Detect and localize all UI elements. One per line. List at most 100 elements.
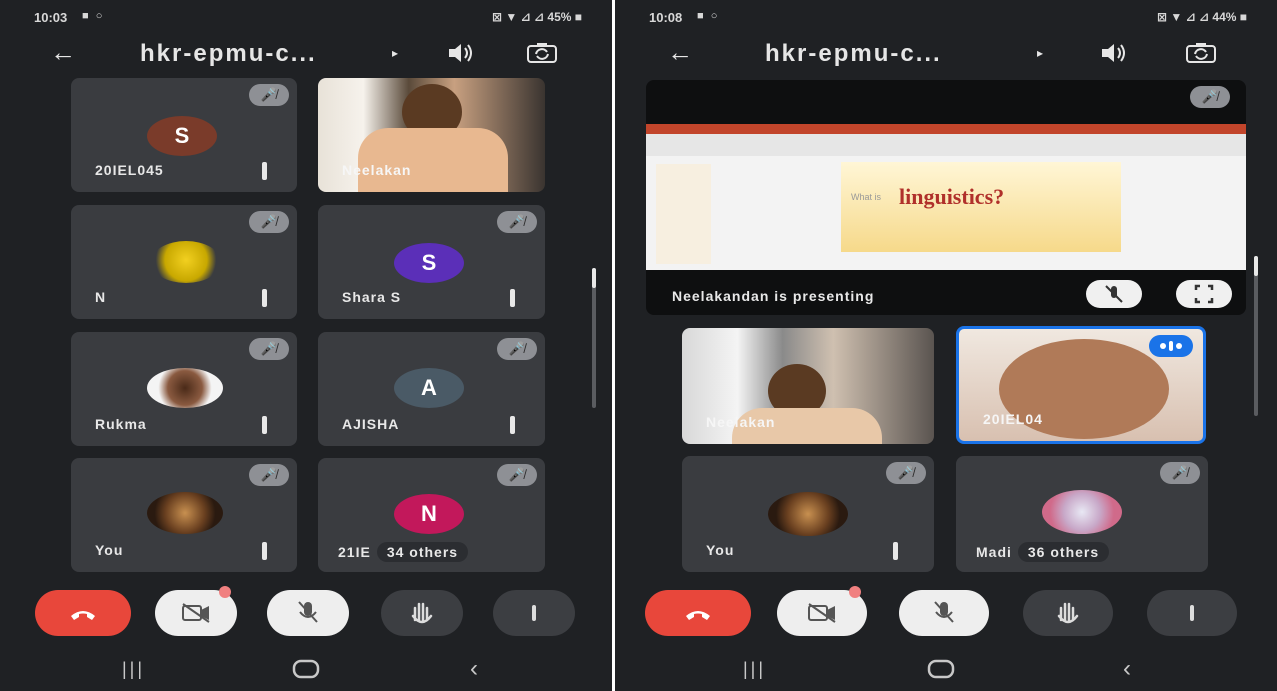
others-count: 34 others (376, 542, 469, 562)
more-options-icon[interactable] (510, 289, 515, 307)
raise-hand-button[interactable] (1023, 590, 1113, 636)
meeting-title[interactable]: hkr-epmu-c... (140, 40, 317, 68)
active-speaker-video-tile[interactable]: 20IEL04 (956, 326, 1206, 444)
meeting-header: ← hkr-epmu-c... ▸ (0, 34, 612, 74)
back-nav-icon[interactable]: ‹ (1123, 655, 1131, 683)
back-arrow-icon[interactable]: ← (667, 38, 693, 66)
mic-off-icon: 🎤̸ (1190, 86, 1230, 108)
more-options-button[interactable] (1147, 590, 1237, 636)
android-nav-bar: ||| ‹ (0, 655, 612, 685)
participant-name: AJISHA (342, 416, 400, 432)
scrollbar-thumb[interactable] (592, 268, 596, 288)
home-icon[interactable] (292, 657, 320, 688)
more-options-icon[interactable] (510, 416, 515, 434)
screen-share-panel[interactable]: 🎤̸ What is linguistics? Neelakandan is p… (646, 80, 1246, 315)
participant-name: Neelakan (706, 414, 776, 430)
recents-icon[interactable]: ||| (122, 659, 145, 680)
participant-tile-self[interactable]: 🎤̸ You (71, 458, 297, 572)
participant-name: N (95, 289, 107, 305)
camera-toggle-button[interactable] (777, 586, 867, 636)
more-options-button[interactable] (493, 590, 575, 636)
mic-toggle-button[interactable] (899, 590, 989, 636)
more-vert-icon (532, 605, 536, 621)
more-options-icon[interactable] (893, 542, 898, 560)
others-tile[interactable]: 🎤̸ N 21IE 34 others (318, 458, 545, 572)
avatar (147, 368, 223, 408)
slide-title: linguistics? (899, 184, 1005, 209)
call-controls (615, 586, 1277, 636)
avatar: S (394, 243, 464, 283)
status-bar: 10:03 ■ ○ ⊠ ▼ ⊿ ⊿ 45% ■ (0, 8, 612, 28)
status-left-icons: ■ ○ (697, 10, 720, 22)
raise-hand-button[interactable] (381, 590, 463, 636)
avatar: A (394, 368, 464, 408)
more-options-icon[interactable] (262, 162, 267, 180)
mic-toggle-button[interactable] (267, 590, 349, 636)
slide-app-toolbar (646, 134, 1246, 156)
participant-video (358, 128, 508, 192)
avatar: S (147, 116, 217, 156)
caret-right-icon[interactable]: ▸ (1037, 46, 1043, 60)
avatar: N (394, 494, 464, 534)
more-options-icon[interactable] (262, 289, 267, 307)
speaking-indicator-icon (1149, 335, 1193, 357)
participant-name: You (706, 542, 735, 558)
speaker-icon[interactable] (446, 42, 474, 64)
fullscreen-icon (1194, 284, 1214, 304)
participant-video-tile[interactable]: Neelakan (318, 78, 545, 192)
status-bar: 10:08 ■ ○ ⊠ ▼ ⊿ ⊿ 44% ■ (615, 8, 1277, 28)
switch-camera-icon[interactable] (526, 42, 558, 64)
slide-app-ribbon (646, 124, 1246, 134)
status-right-icons: ⊠ ▼ ⊿ ⊿ 45% ■ (492, 10, 582, 24)
participant-tile[interactable]: 🎤̸ S 20IEL045 (71, 78, 297, 192)
scrollbar[interactable] (1254, 256, 1258, 416)
participant-tile[interactable]: 🎤̸ N (71, 205, 297, 319)
avatar (151, 241, 221, 283)
scrollbar-thumb[interactable] (1254, 256, 1258, 276)
scrollbar[interactable] (592, 268, 596, 408)
meeting-title[interactable]: hkr-epmu-c... (765, 40, 942, 68)
end-call-button[interactable] (35, 590, 131, 636)
end-call-button[interactable] (645, 590, 751, 636)
participant-name: Shara S (342, 289, 402, 305)
others-tile[interactable]: 🎤̸ Madi 36 others (956, 456, 1208, 572)
avatar (768, 492, 848, 536)
back-arrow-icon[interactable]: ← (50, 38, 76, 66)
pin-presentation-button[interactable] (1086, 280, 1142, 308)
participant-name: 21IE (338, 544, 371, 560)
mic-off-icon: 🎤̸ (249, 211, 289, 233)
mic-off-icon: 🎤̸ (497, 211, 537, 233)
caret-right-icon[interactable]: ▸ (392, 46, 398, 60)
participant-tile[interactable]: 🎤̸ A AJISHA (318, 332, 545, 446)
slide-thumbnails (656, 164, 711, 264)
android-nav-bar: ||| ‹ (615, 655, 1277, 685)
shared-slide: What is linguistics? (646, 124, 1246, 270)
participant-tile[interactable]: 🎤̸ S Shara S (318, 205, 545, 319)
end-call-icon (71, 611, 95, 620)
more-vert-icon (1190, 605, 1194, 621)
back-nav-icon[interactable]: ‹ (470, 655, 478, 683)
participant-tile-self[interactable]: 🎤̸ You (682, 456, 934, 572)
call-controls (0, 586, 612, 636)
status-right-icons: ⊠ ▼ ⊿ ⊿ 44% ■ (1157, 10, 1247, 24)
avatar (147, 492, 223, 534)
alert-badge (849, 586, 861, 598)
end-call-icon (686, 611, 710, 620)
camera-toggle-button[interactable] (155, 586, 237, 636)
switch-camera-icon[interactable] (1185, 42, 1217, 64)
more-options-icon[interactable] (262, 542, 267, 560)
participant-tile[interactable]: 🎤̸ Rukma (71, 332, 297, 446)
alert-badge (219, 586, 231, 598)
participant-name: 20IEL045 (95, 162, 164, 178)
others-count: 36 others (1017, 542, 1110, 562)
fullscreen-button[interactable] (1176, 280, 1232, 308)
home-icon[interactable] (927, 657, 955, 688)
speaker-icon[interactable] (1099, 42, 1127, 64)
mic-off-icon (1105, 285, 1123, 303)
recents-icon[interactable]: ||| (743, 659, 766, 680)
more-options-icon[interactable] (262, 416, 267, 434)
mic-off-icon: 🎤̸ (497, 338, 537, 360)
hand-icon (411, 602, 433, 624)
participant-name: 20IEL04 (983, 411, 1043, 427)
participant-video-tile[interactable]: Neelakan (682, 328, 934, 444)
